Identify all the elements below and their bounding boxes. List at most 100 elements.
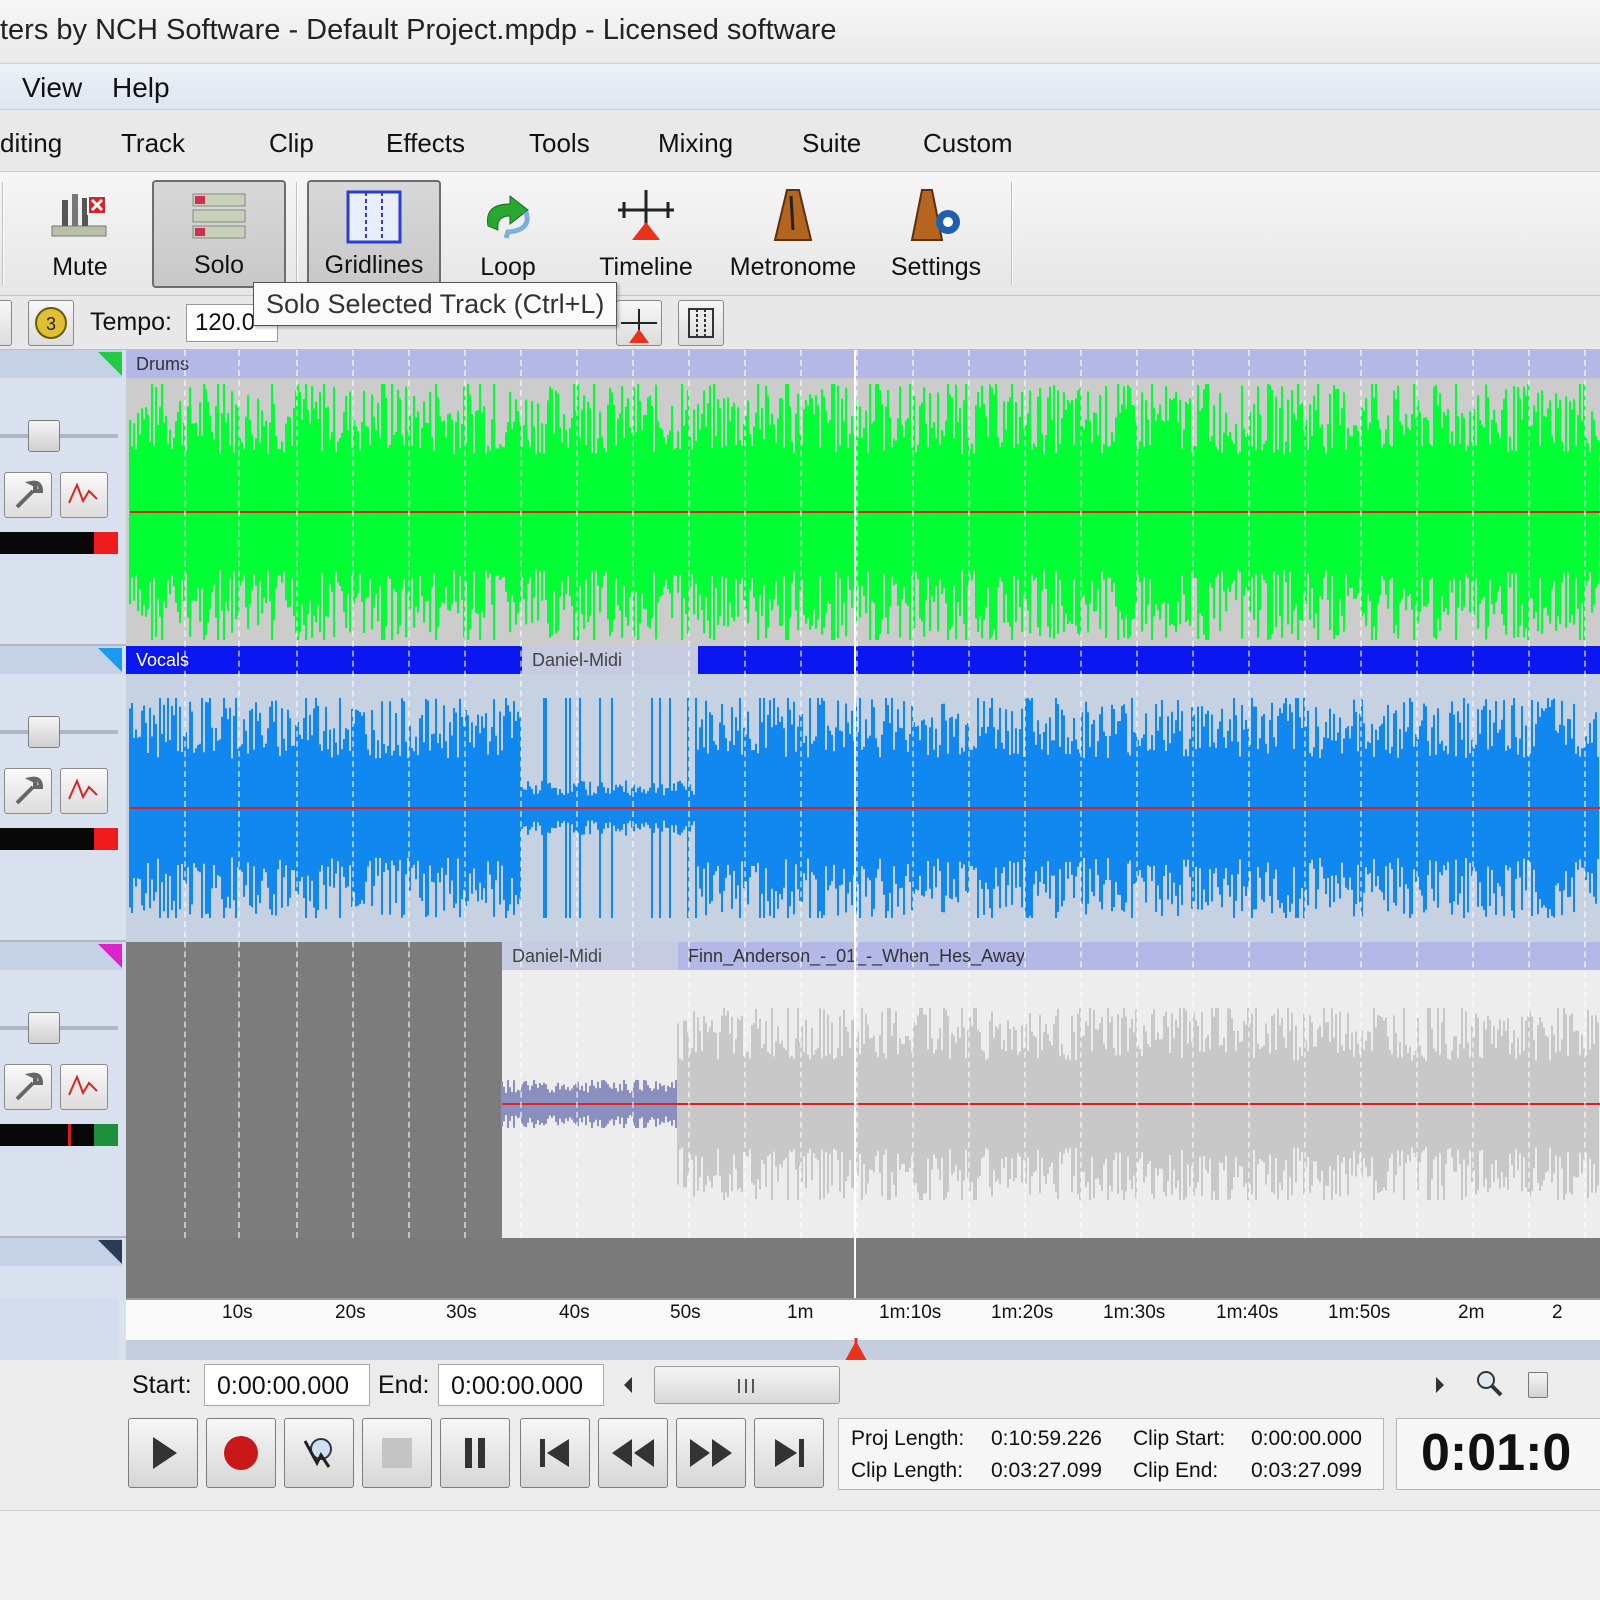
mute-button[interactable]: Mute: [16, 180, 144, 288]
waveform-drums[interactable]: [126, 378, 1600, 646]
metronome-icon: [773, 189, 813, 241]
midi-clip-header[interactable]: Daniel-Midi: [522, 646, 698, 674]
track-effects-button[interactable]: [4, 768, 52, 814]
tab-suite[interactable]: Suite: [802, 128, 861, 159]
ruler-tick: 10s: [222, 1302, 253, 1323]
tab-editing[interactable]: diting: [0, 128, 62, 159]
gridlines-button[interactable]: Gridlines: [307, 180, 441, 288]
track-header-vocals[interactable]: [0, 646, 126, 942]
transport-bar: Proj Length: 0:10:59.226 Clip Length: 0:…: [0, 1410, 1600, 1510]
gridline: [968, 350, 970, 1238]
timeline-icon: [618, 190, 674, 240]
start-field[interactable]: 0:00:00.000: [204, 1364, 370, 1406]
gridline: [408, 350, 410, 1238]
tab-effects[interactable]: Effects: [386, 128, 465, 159]
record-button[interactable]: [206, 1418, 276, 1488]
ruler-tick: 1m:10s: [879, 1302, 942, 1323]
playhead-line[interactable]: [854, 350, 856, 1298]
timeline-button[interactable]: Timeline: [582, 180, 710, 288]
title-bar: ters by NCH Software - Default Project.m…: [0, 0, 1600, 64]
scroll-left-icon[interactable]: [620, 1374, 636, 1396]
timeline-label: Timeline: [599, 253, 693, 281]
play-icon: [153, 1437, 177, 1469]
gridline: [1472, 350, 1474, 1238]
timeline-area[interactable]: Drums Vocals Daniel-Midi Daniel-Midi Fin…: [126, 350, 1600, 1298]
zoom-icon[interactable]: [1474, 1368, 1504, 1400]
selection-bar: Start: 0:00:00.000 End: 0:00:00.000: [0, 1360, 1600, 1410]
pause-button[interactable]: [440, 1418, 510, 1488]
track-header-third[interactable]: [0, 942, 126, 1238]
menu-help[interactable]: Help: [112, 72, 170, 104]
track-header-empty[interactable]: [0, 1238, 126, 1298]
ruler-tick: 2: [1552, 1302, 1563, 1323]
track-lane-drums[interactable]: Drums: [126, 350, 1600, 646]
start-label: Start:: [132, 1371, 192, 1399]
solo-icon: [192, 193, 246, 239]
midi-clip-header[interactable]: Daniel-Midi: [502, 942, 678, 970]
track-lane-third[interactable]: Daniel-Midi Finn_Anderson_-_01_-_When_He…: [126, 942, 1600, 1238]
time-display: 0:01:0: [1396, 1418, 1600, 1490]
volume-knob[interactable]: [28, 1012, 60, 1044]
track-effects-button[interactable]: [4, 1064, 52, 1110]
volume-knob[interactable]: [28, 420, 60, 452]
track-lane-empty[interactable]: [126, 1238, 1600, 1298]
tab-custom[interactable]: Custom: [923, 128, 1013, 159]
tempo-bar: 3 Tempo: 120.0: [0, 296, 1600, 350]
settings-button[interactable]: Settings: [872, 180, 1000, 288]
ribbon-divider: [1011, 182, 1013, 286]
window-title: ters by NCH Software - Default Project.m…: [0, 14, 837, 46]
play-button[interactable]: [128, 1418, 198, 1488]
waveform-vocals[interactable]: [126, 674, 1600, 942]
metronome-button[interactable]: Metronome: [724, 180, 862, 288]
skip-start-icon: [540, 1439, 569, 1467]
ruler-tick: 1m: [787, 1302, 814, 1323]
horizontal-scroll-thumb[interactable]: [654, 1366, 840, 1404]
fast-forward-icon: [690, 1439, 732, 1467]
zoom-slider-knob[interactable]: [1528, 1372, 1548, 1398]
scrub-button[interactable]: [284, 1418, 354, 1488]
track-envelope-button[interactable]: [60, 1064, 108, 1110]
ruler-tick: 20s: [335, 1302, 366, 1323]
waveform-third[interactable]: [126, 970, 1600, 1238]
tab-track[interactable]: Track: [121, 128, 185, 159]
track-lane-vocals[interactable]: Vocals Daniel-Midi: [126, 646, 1600, 942]
audio-clip-header[interactable]: Finn_Anderson_-_01_-_When_Hes_Away: [678, 942, 1600, 970]
metronome-count-button[interactable]: 3: [28, 300, 74, 346]
fast-forward-button[interactable]: [676, 1418, 746, 1488]
ruler-tick: 1m:50s: [1328, 1302, 1391, 1323]
tab-mixing[interactable]: Mixing: [658, 128, 733, 159]
clip-info-panel: Proj Length: 0:10:59.226 Clip Length: 0:…: [838, 1418, 1384, 1490]
mute-icon: [51, 194, 107, 237]
clip-length-label: Clip Length:: [851, 1459, 964, 1482]
solo-button[interactable]: Solo: [152, 180, 286, 288]
gridline: [296, 350, 298, 1238]
stop-button[interactable]: [362, 1418, 432, 1488]
pause-icon: [465, 1438, 485, 1468]
ruler-tick: 1m:40s: [1216, 1302, 1279, 1323]
clip-header-drums[interactable]: Drums: [126, 350, 1600, 378]
gridline: [1136, 350, 1138, 1238]
tab-clip[interactable]: Clip: [269, 128, 314, 159]
grid-icon: [688, 308, 714, 338]
grid-toggle-button[interactable]: [678, 300, 724, 346]
loop-button[interactable]: Loop: [444, 180, 572, 288]
skip-to-end-button[interactable]: [754, 1418, 824, 1488]
timeline-snap-button[interactable]: [616, 300, 662, 346]
volume-knob[interactable]: [28, 716, 60, 748]
scroll-right-icon[interactable]: [1432, 1374, 1448, 1396]
time-ruler[interactable]: 10s 20s 30s 40s 50s 1m 1m:10s 1m:20s 1m:…: [126, 1298, 1600, 1360]
tab-tools[interactable]: Tools: [529, 128, 590, 159]
end-field[interactable]: 0:00:00.000: [438, 1364, 604, 1406]
menu-view[interactable]: View: [22, 72, 82, 104]
menu-bar: View Help: [0, 64, 1600, 110]
toolbar-button-left[interactable]: [0, 300, 12, 346]
track-effects-button[interactable]: [4, 472, 52, 518]
playhead-marker-icon[interactable]: [844, 1338, 868, 1360]
rewind-button[interactable]: [598, 1418, 668, 1488]
track-envelope-button[interactable]: [60, 472, 108, 518]
skip-to-start-button[interactable]: [520, 1418, 590, 1488]
track-header-drums[interactable]: [0, 350, 126, 646]
clip-start-value: 0:00:00.000: [1251, 1427, 1362, 1450]
clip-header-vocals-continued[interactable]: [698, 646, 1600, 674]
track-envelope-button[interactable]: [60, 768, 108, 814]
